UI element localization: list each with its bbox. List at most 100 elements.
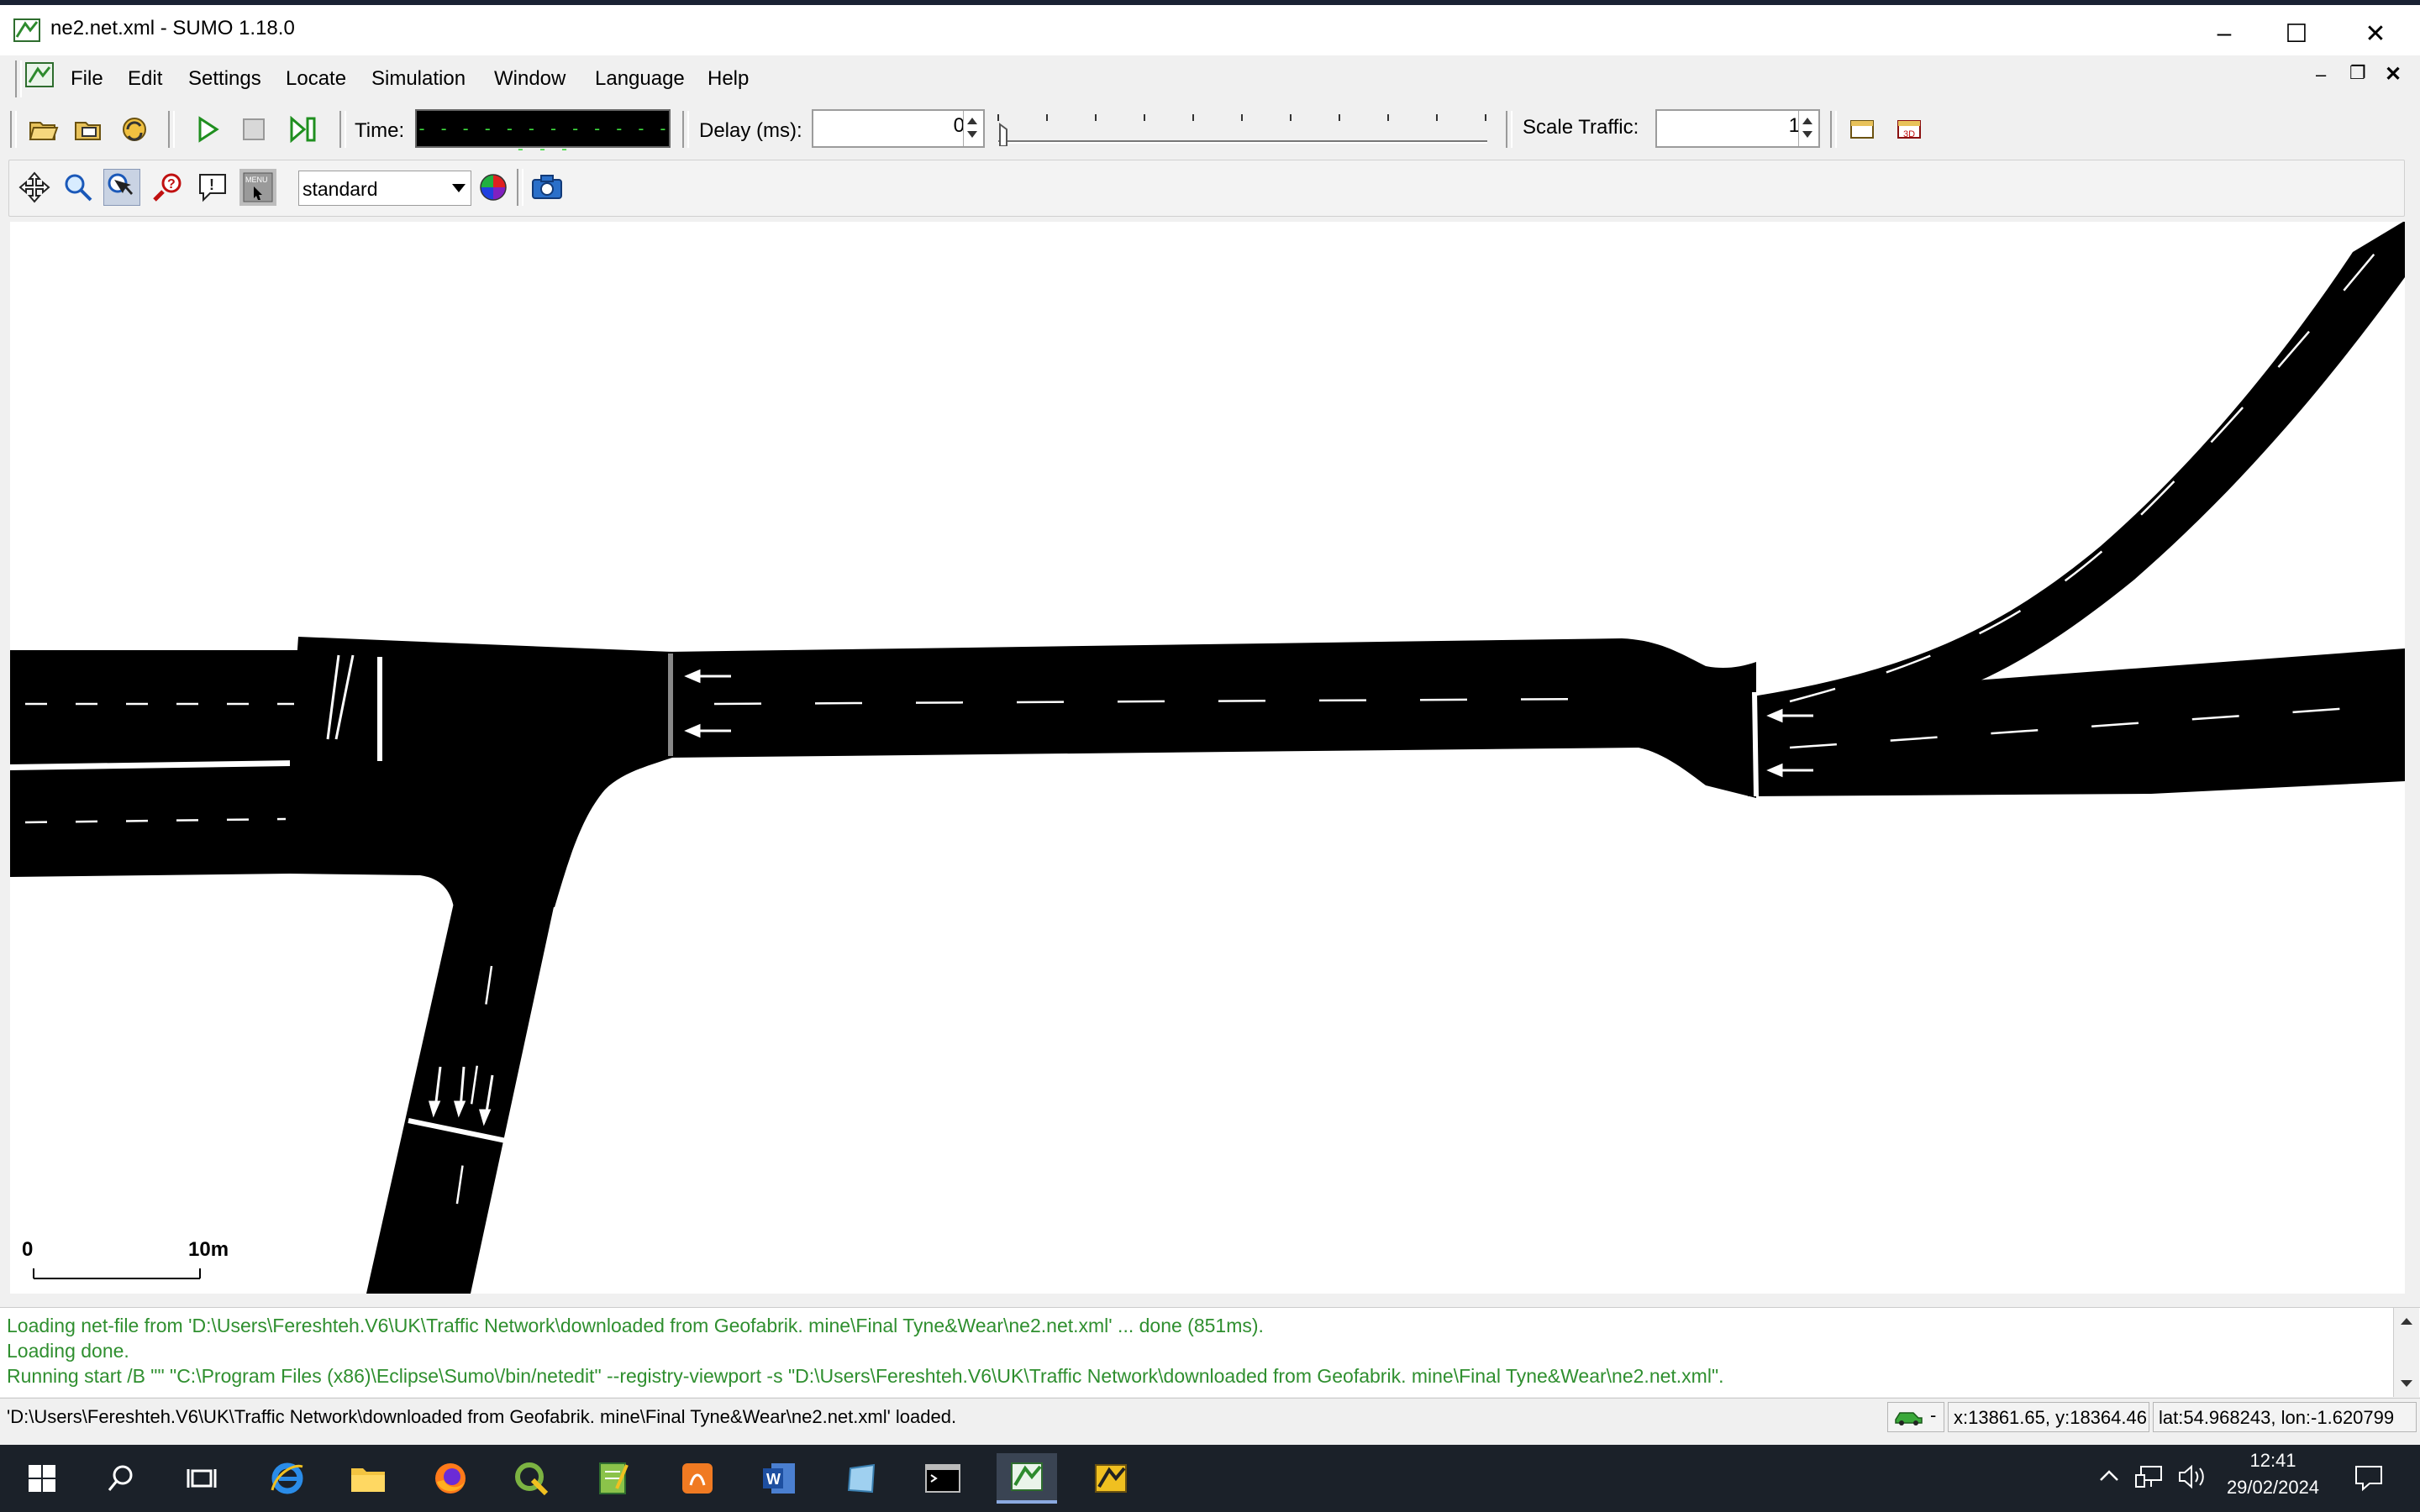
pdf-app[interactable] xyxy=(667,1453,728,1504)
screenshot-button[interactable] xyxy=(529,169,566,206)
menu-edit[interactable]: Edit xyxy=(128,67,162,91)
command-prompt-app[interactable] xyxy=(913,1453,973,1504)
zoom-button[interactable] xyxy=(60,169,97,206)
tablet-icon xyxy=(847,1463,876,1494)
menu-settings[interactable]: Settings xyxy=(188,67,261,91)
magnifier-icon xyxy=(65,174,92,202)
delay-input[interactable]: 0 xyxy=(812,109,985,148)
status-bar: 'D:\Users\Fereshteh.V6\UK\Traffic Networ… xyxy=(0,1398,2420,1436)
mdi-close-button[interactable]: ✕ xyxy=(2385,62,2402,87)
locate-junction-button[interactable] xyxy=(103,169,140,206)
toolbar-separator xyxy=(1506,111,1512,148)
netedit-app[interactable] xyxy=(1081,1453,1141,1504)
scale-traffic-label: Scale Traffic: xyxy=(1523,116,1639,139)
open-network-button[interactable] xyxy=(71,111,108,148)
start-simulation-button[interactable] xyxy=(190,111,227,148)
move-arrows-icon xyxy=(18,171,50,203)
notepad-app[interactable] xyxy=(583,1453,644,1504)
step-simulation-button[interactable] xyxy=(286,111,323,148)
cursor-latlon: lat:54.968243, lon:-1.620799 xyxy=(2153,1402,2417,1432)
log-line: Loading net-file from 'D:\Users\Fereshte… xyxy=(7,1315,1264,1336)
step-icon xyxy=(290,116,316,143)
folder-icon xyxy=(351,1468,385,1492)
window-title: ne2.net.xml - SUMO 1.18.0 xyxy=(50,17,295,39)
firefox-app[interactable] xyxy=(420,1453,481,1504)
time-display: - - - - - - - - - - - - - - - xyxy=(415,109,671,159)
notepad-icon xyxy=(599,1462,629,1494)
mdi-restore-button[interactable]: ❐ xyxy=(2349,62,2366,84)
svg-text:MENU: MENU xyxy=(245,176,268,184)
cursor-xy: x:13861.65, y:18364.46 xyxy=(1948,1402,2149,1432)
menu-simulation[interactable]: Simulation xyxy=(371,67,466,91)
search-button[interactable] xyxy=(91,1453,151,1504)
show-hidden-icons-button[interactable] xyxy=(2097,1467,2121,1490)
delay-spinner[interactable] xyxy=(963,111,982,146)
windows-taskbar: W 12:41 29/02/2024 xyxy=(0,1445,2420,1512)
menu-icon: MENU xyxy=(243,172,273,202)
qgis-icon xyxy=(515,1462,549,1496)
volume-tray-button[interactable] xyxy=(2176,1463,2208,1495)
stop-simulation-button[interactable] xyxy=(235,111,272,148)
message-button[interactable]: ! xyxy=(194,169,231,206)
color-wheel-icon xyxy=(480,174,507,201)
edit-coloring-button[interactable] xyxy=(475,169,512,206)
network-icon xyxy=(2135,1466,2162,1488)
3d-window-icon: 3D xyxy=(1897,120,1921,139)
recenter-view-button[interactable] xyxy=(16,169,53,206)
new-view-button[interactable] xyxy=(1844,111,1881,148)
menu-locate[interactable]: Locate xyxy=(286,67,346,91)
word-app[interactable]: W xyxy=(750,1453,810,1504)
close-button[interactable]: ✕ xyxy=(2339,12,2412,55)
mdi-minimize-button[interactable]: – xyxy=(2316,64,2326,86)
menu-file[interactable]: File xyxy=(71,67,103,91)
taskbar-date: 29/02/2024 xyxy=(2226,1477,2320,1498)
reload-icon xyxy=(123,118,146,141)
log-line: Running start /B "" "C:\Program Files (x… xyxy=(7,1365,1724,1387)
start-button[interactable] xyxy=(12,1453,72,1504)
vehicle-count: - xyxy=(1930,1404,1937,1425)
inspect-button[interactable]: ? xyxy=(149,169,186,206)
taskbar-clock[interactable]: 12:41 29/02/2024 xyxy=(2218,1450,2328,1499)
toolbar-separator xyxy=(517,169,523,206)
menu-toggle-button[interactable]: MENU xyxy=(239,169,276,206)
scale-traffic-input[interactable]: 1 xyxy=(1655,109,1820,148)
menu-window[interactable]: Window xyxy=(494,67,566,91)
color-scheme-value: standard xyxy=(302,178,378,200)
netedit-icon xyxy=(1095,1464,1127,1493)
file-explorer-app[interactable] xyxy=(338,1453,398,1504)
stop-icon xyxy=(243,118,265,140)
qgis-app[interactable] xyxy=(501,1453,561,1504)
sumo-menu-icon[interactable] xyxy=(25,62,54,87)
internet-explorer-app[interactable] xyxy=(257,1453,318,1504)
log-scrollbar[interactable] xyxy=(2393,1308,2419,1397)
reload-button[interactable] xyxy=(116,111,153,148)
menu-help[interactable]: Help xyxy=(708,67,749,91)
notification-icon xyxy=(2355,1466,2382,1492)
scale-bar-end: 10m xyxy=(188,1238,229,1261)
menu-bar: File Edit Settings Locate Simulation Win… xyxy=(0,55,2420,102)
inspect-question-icon: ? xyxy=(153,173,182,202)
camera-icon xyxy=(532,175,562,199)
task-view-button[interactable] xyxy=(171,1453,232,1504)
maximize-button[interactable]: ☐ xyxy=(2260,12,2333,55)
network-tray-button[interactable] xyxy=(2134,1463,2166,1495)
notifications-button[interactable] xyxy=(2353,1463,2385,1497)
app-tablet[interactable] xyxy=(832,1453,892,1504)
open-simulation-button[interactable] xyxy=(25,111,62,148)
minimize-button[interactable]: – xyxy=(2188,12,2260,55)
svg-text:W: W xyxy=(766,1471,781,1488)
folder-open-icon xyxy=(29,122,59,140)
sumo-gui-app[interactable] xyxy=(997,1453,1057,1504)
network-view-canvas[interactable]: 0 10m xyxy=(10,222,2405,1294)
color-scheme-select[interactable]: standard xyxy=(298,171,471,206)
svg-text:3D: 3D xyxy=(1903,129,1915,139)
toolbar-separator xyxy=(168,111,175,148)
new-3d-view-button[interactable]: 3D xyxy=(1891,111,1928,148)
scale-traffic-spinner[interactable] xyxy=(1798,111,1818,146)
time-label: Time: xyxy=(355,119,405,142)
delay-slider[interactable] xyxy=(992,113,1496,147)
scale-bar-line xyxy=(33,1268,201,1279)
word-icon: W xyxy=(763,1463,795,1494)
menu-language[interactable]: Language xyxy=(595,67,685,91)
folder-network-icon xyxy=(75,122,101,140)
